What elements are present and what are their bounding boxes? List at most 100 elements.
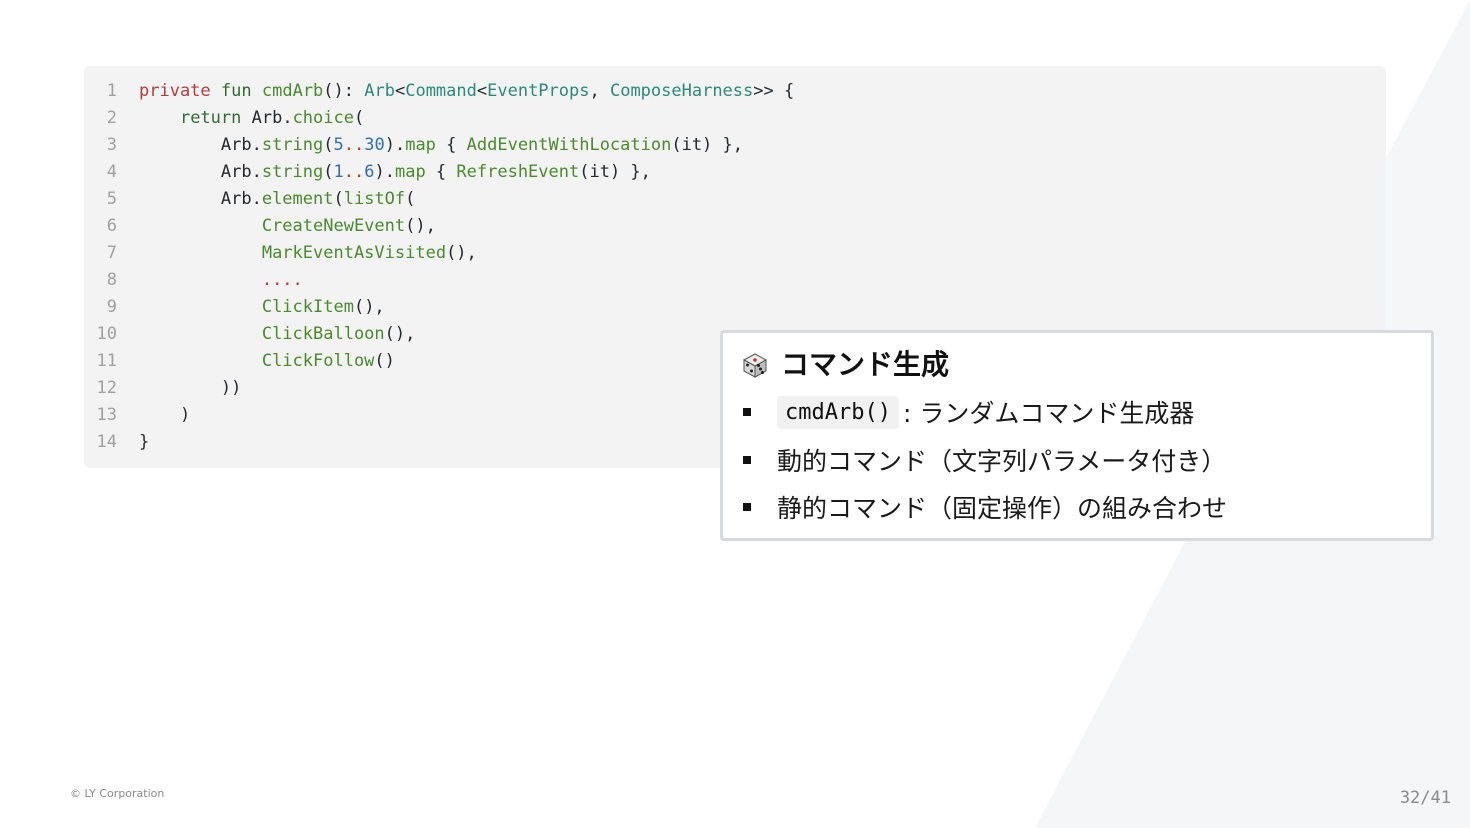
inline-code: cmdArb() [777,395,899,429]
code-token: fun [220,81,252,101]
code-token: MarkEventAsVisited [261,243,447,263]
code-token: ClickItem [261,297,354,317]
code-token: .... [261,270,303,290]
code-token: 5 [333,135,344,155]
code-line: 8 .... [84,267,303,294]
code-token: { [425,162,457,182]
code-token: ( [323,135,334,155]
code-token: listOf [343,189,406,209]
code-token: >> { [753,81,795,101]
code-line: 13 ) [84,402,191,429]
code-token: element [261,189,334,209]
code-token: { [435,135,467,155]
line-number: 12 [96,378,117,398]
line-number: 11 [96,351,117,371]
code-line: 14} [84,429,150,456]
dice-icon [742,353,768,378]
code-token: string [261,135,324,155]
code-token: RefreshEvent [456,162,580,182]
line-number: 8 [106,270,117,290]
code-token: return [179,108,242,128]
code-token: 1 [333,162,344,182]
line-number: 10 [96,324,117,344]
bullet-text: 静的コマンド（固定操作）の組み合わせ [777,494,1228,523]
code-token: EventProps [487,81,590,101]
code-token: private [139,81,211,101]
code-token: ( [323,162,334,182]
line-number: 5 [106,189,117,209]
code-token: .. [343,162,365,182]
code-token: } [139,432,150,452]
code-token: ) [139,405,191,425]
code-token: () [374,351,395,371]
code-token: Arb [364,81,395,101]
code-token: choice [292,108,354,128]
code-token: 6 [364,162,375,182]
callout-box: コマンド生成 cmdArb() : ランダムコマンド生成器 動的コマンド（文字列… [720,330,1434,541]
code-token: ). [384,135,406,155]
code-line: 2 return Arb.choice( [84,105,364,132]
code-token: string [261,162,324,182]
code-token: Arb. [139,189,262,209]
code-token: CreateNewEvent [261,216,406,236]
bullet-item: cmdArb() : ランダムコマンド生成器 [743,391,1194,433]
page-number: 32/41 [1399,788,1451,808]
code-line: 11 ClickFollow() [84,348,395,375]
code-token: Command [405,81,477,101]
code-token: Arb. [139,135,262,155]
line-number: 1 [106,81,117,101]
line-number: 7 [106,243,117,263]
line-number: 4 [106,162,117,182]
code-token: , [589,81,610,101]
code-token: ). [374,162,395,182]
code-line: 5 Arb.element(listOf( [84,186,416,213]
code-token: (), [353,297,385,317]
bullet-marker [743,456,751,464]
code-token: ClickFollow [261,351,375,371]
code-token: ClickBalloon [261,324,385,344]
bullet-item: 動的コマンド（文字列パラメータ付き） [743,439,1226,481]
bullet-text: 動的コマンド（文字列パラメータ付き） [777,447,1227,476]
code-token: ( [405,189,416,209]
code-token: 30 [364,135,385,155]
code-token: map [394,162,426,182]
bullet-text: : ランダムコマンド生成器 [902,399,1195,428]
bullet-item: 静的コマンド（固定操作）の組み合わせ [743,486,1227,528]
code-token: ( [333,189,344,209]
bullet-marker [743,503,751,511]
code-token: (): [323,81,365,101]
code-line: 1 private fun cmdArb(): Arb<Command<Event… [84,78,794,105]
code-token: (it) }, [671,135,743,155]
line-number: 9 [106,297,117,317]
code-token: < [476,81,488,101]
line-number: 14 [96,432,117,452]
bullet-marker [743,408,751,416]
code-token: ComposeHarness [609,81,754,101]
line-number: 13 [96,405,117,425]
code-token: < [394,81,406,101]
code-token: (it) }, [579,162,651,182]
code-line: 9 ClickItem(), [84,294,385,321]
code-line: 7 MarkEventAsVisited(), [84,240,477,267]
callout-title: コマンド生成 [741,345,949,385]
code-token: )) [139,378,242,398]
code-line: 6 CreateNewEvent(), [84,213,436,240]
code-token: (), [405,216,436,236]
code-line: 3 Arb.string(5..30).map { AddEventWithLo… [84,132,743,159]
code-token: (), [384,324,416,344]
code-token: Arb. [139,162,262,182]
code-token: cmdArb [261,81,324,101]
line-number: 6 [106,216,117,236]
copyright-text: © LY Corporation [70,787,165,800]
code-line: 4 Arb.string(1..6).map { RefreshEvent(it… [84,159,651,186]
callout-title-text: コマンド生成 [781,348,950,381]
